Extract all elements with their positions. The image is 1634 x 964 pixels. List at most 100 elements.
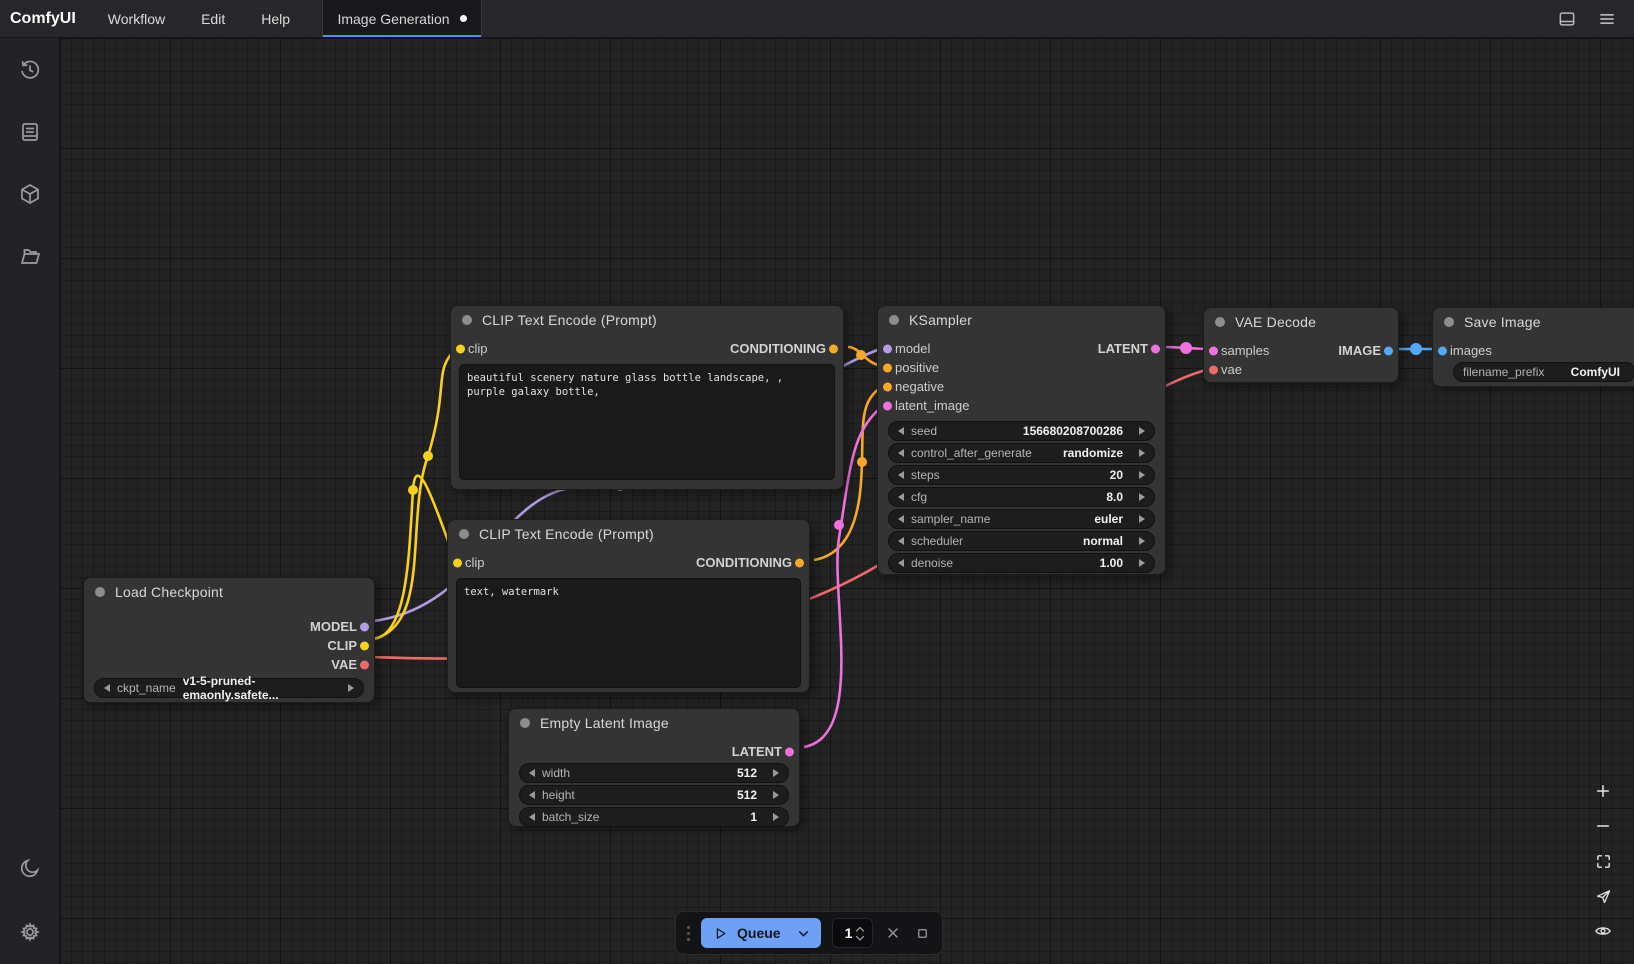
widget-filename-prefix[interactable]: filename_prefix ComfyUI [1453, 362, 1634, 382]
wire-latent-out-dot[interactable] [1180, 342, 1192, 354]
arrow-right-icon[interactable] [773, 791, 779, 799]
arrow-right-icon[interactable] [1139, 471, 1145, 479]
arrow-left-icon[interactable] [898, 493, 904, 501]
arrow-left-icon[interactable] [898, 449, 904, 457]
plus-icon [1594, 782, 1612, 800]
bottom-panel-toggle-button[interactable] [1552, 4, 1582, 34]
arrow-left-icon[interactable] [898, 471, 904, 479]
arrow-right-icon[interactable] [1139, 427, 1145, 435]
arrow-right-icon[interactable] [773, 813, 779, 821]
negative-input-dot[interactable] [883, 382, 892, 391]
chevron-down-icon[interactable] [796, 926, 811, 941]
arrow-left-icon[interactable] [898, 559, 904, 567]
widget-control-after-generate[interactable]: control_after_generate randomize [888, 443, 1155, 463]
widget-batch-size[interactable]: batch_size 1 [519, 807, 789, 827]
select-mode-button[interactable] [1588, 881, 1618, 911]
arrow-right-icon[interactable] [773, 769, 779, 777]
tab-image-generation[interactable]: Image Generation [322, 0, 482, 37]
arrow-left-icon[interactable] [529, 791, 535, 799]
model-output-dot[interactable] [360, 622, 369, 631]
arrow-left-icon[interactable] [898, 537, 904, 545]
zoom-in-button[interactable] [1588, 776, 1618, 806]
clear-queue-button[interactable] [884, 920, 902, 946]
model-input-dot[interactable] [883, 344, 892, 353]
clip-input-dot[interactable] [456, 344, 465, 353]
node-vae-decode[interactable]: VAE Decode samples IMAGE vae [1203, 307, 1399, 383]
arrow-right-icon[interactable] [348, 684, 354, 692]
arrow-left-icon[interactable] [898, 515, 904, 523]
zoom-out-button[interactable] [1588, 811, 1618, 841]
widget-scheduler[interactable]: scheduler normal [888, 531, 1155, 551]
widget-value: randomize [1063, 446, 1123, 460]
stop-button[interactable] [913, 920, 931, 946]
node-save-image[interactable]: Save Image images filename_prefix ComfyU… [1432, 307, 1634, 387]
conditioning-output-dot[interactable] [795, 558, 804, 567]
widget-label: filename_prefix [1463, 365, 1544, 379]
wire-clip-2-dot[interactable] [408, 485, 418, 495]
wire-clip-1-dot[interactable] [423, 451, 433, 461]
arrow-left-icon[interactable] [529, 813, 535, 821]
images-input-dot[interactable] [1438, 346, 1447, 355]
widget-height[interactable]: height 512 [519, 785, 789, 805]
minus-icon [1594, 817, 1612, 835]
positive-input-dot[interactable] [883, 363, 892, 372]
samples-input-dot[interactable] [1209, 346, 1218, 355]
widget-label: height [542, 788, 575, 802]
stepper-down-icon[interactable] [854, 934, 866, 942]
wire-latent-in-dot[interactable] [834, 520, 844, 530]
wire-cond-pos-dot[interactable] [856, 350, 866, 360]
clip-input-dot[interactable] [453, 558, 462, 567]
wire-cond-neg-dot[interactable] [857, 457, 867, 467]
arrow-right-icon[interactable] [1139, 515, 1145, 523]
fit-view-button[interactable] [1588, 846, 1618, 876]
sidebar-item-theme-toggle[interactable] [10, 848, 50, 888]
arrow-right-icon[interactable] [1139, 559, 1145, 567]
main-menu-button[interactable] [1592, 4, 1622, 34]
node-clip-text-encode-negative[interactable]: CLIP Text Encode (Prompt) clip CONDITION… [447, 519, 810, 693]
node-load-checkpoint[interactable]: Load Checkpoint MODEL CLIP VAE ckpt_name… [83, 577, 375, 703]
sidebar-item-queue[interactable] [10, 112, 50, 152]
node-clip-text-encode-positive[interactable]: CLIP Text Encode (Prompt) clip CONDITION… [450, 305, 844, 490]
arrow-right-icon[interactable] [1139, 449, 1145, 457]
node-empty-latent-image[interactable]: Empty Latent Image LATENT width 512 heig… [508, 708, 800, 827]
stepper-up-icon[interactable] [854, 925, 866, 933]
latent-output-dot[interactable] [785, 747, 794, 756]
node-ksampler[interactable]: KSampler model LATENT positive negative … [877, 305, 1166, 575]
widget-ckpt-name[interactable]: ckpt_name v1-5-pruned-emaonly.safete... [94, 678, 364, 698]
menu-help[interactable]: Help [243, 0, 308, 37]
widget-denoise[interactable]: denoise 1.00 [888, 553, 1155, 573]
node-graph-canvas[interactable]: Load Checkpoint MODEL CLIP VAE ckpt_name… [60, 38, 1634, 964]
latent-output-dot[interactable] [1151, 344, 1160, 353]
input-slot-images: images [1450, 343, 1492, 358]
widget-cfg[interactable]: cfg 8.0 [888, 487, 1155, 507]
widget-width[interactable]: width 512 [519, 763, 789, 783]
menu-edit[interactable]: Edit [183, 0, 243, 37]
clip-output-dot[interactable] [360, 641, 369, 650]
drag-handle-icon[interactable] [687, 926, 690, 941]
menu-workflow[interactable]: Workflow [90, 0, 183, 37]
batch-count-input[interactable]: 1 [832, 918, 874, 948]
sidebar-item-settings[interactable] [10, 912, 50, 952]
fit-brackets-icon [1595, 853, 1612, 870]
arrow-left-icon[interactable] [529, 769, 535, 777]
conditioning-output-dot[interactable] [829, 344, 838, 353]
latent-image-input-dot[interactable] [883, 401, 892, 410]
sidebar-item-node-library[interactable] [10, 174, 50, 214]
toggle-visibility-button[interactable] [1588, 916, 1618, 946]
widget-seed[interactable]: seed 156680208700286 [888, 421, 1155, 441]
widget-steps[interactable]: steps 20 [888, 465, 1155, 485]
vae-input-dot[interactable] [1209, 365, 1218, 374]
sidebar-item-history[interactable] [10, 50, 50, 90]
negative-prompt-textarea[interactable]: text, watermark [456, 578, 801, 688]
positive-prompt-textarea[interactable]: beautiful scenery nature glass bottle la… [459, 364, 835, 480]
wire-image-dot[interactable] [1410, 343, 1422, 355]
arrow-right-icon[interactable] [1139, 493, 1145, 501]
queue-button[interactable]: Queue [701, 918, 821, 948]
sidebar-item-workflows[interactable] [10, 236, 50, 276]
vae-output-dot[interactable] [360, 660, 369, 669]
widget-sampler-name[interactable]: sampler_name euler [888, 509, 1155, 529]
arrow-left-icon[interactable] [898, 427, 904, 435]
arrow-left-icon[interactable] [104, 684, 110, 692]
image-output-dot[interactable] [1384, 346, 1393, 355]
arrow-right-icon[interactable] [1139, 537, 1145, 545]
